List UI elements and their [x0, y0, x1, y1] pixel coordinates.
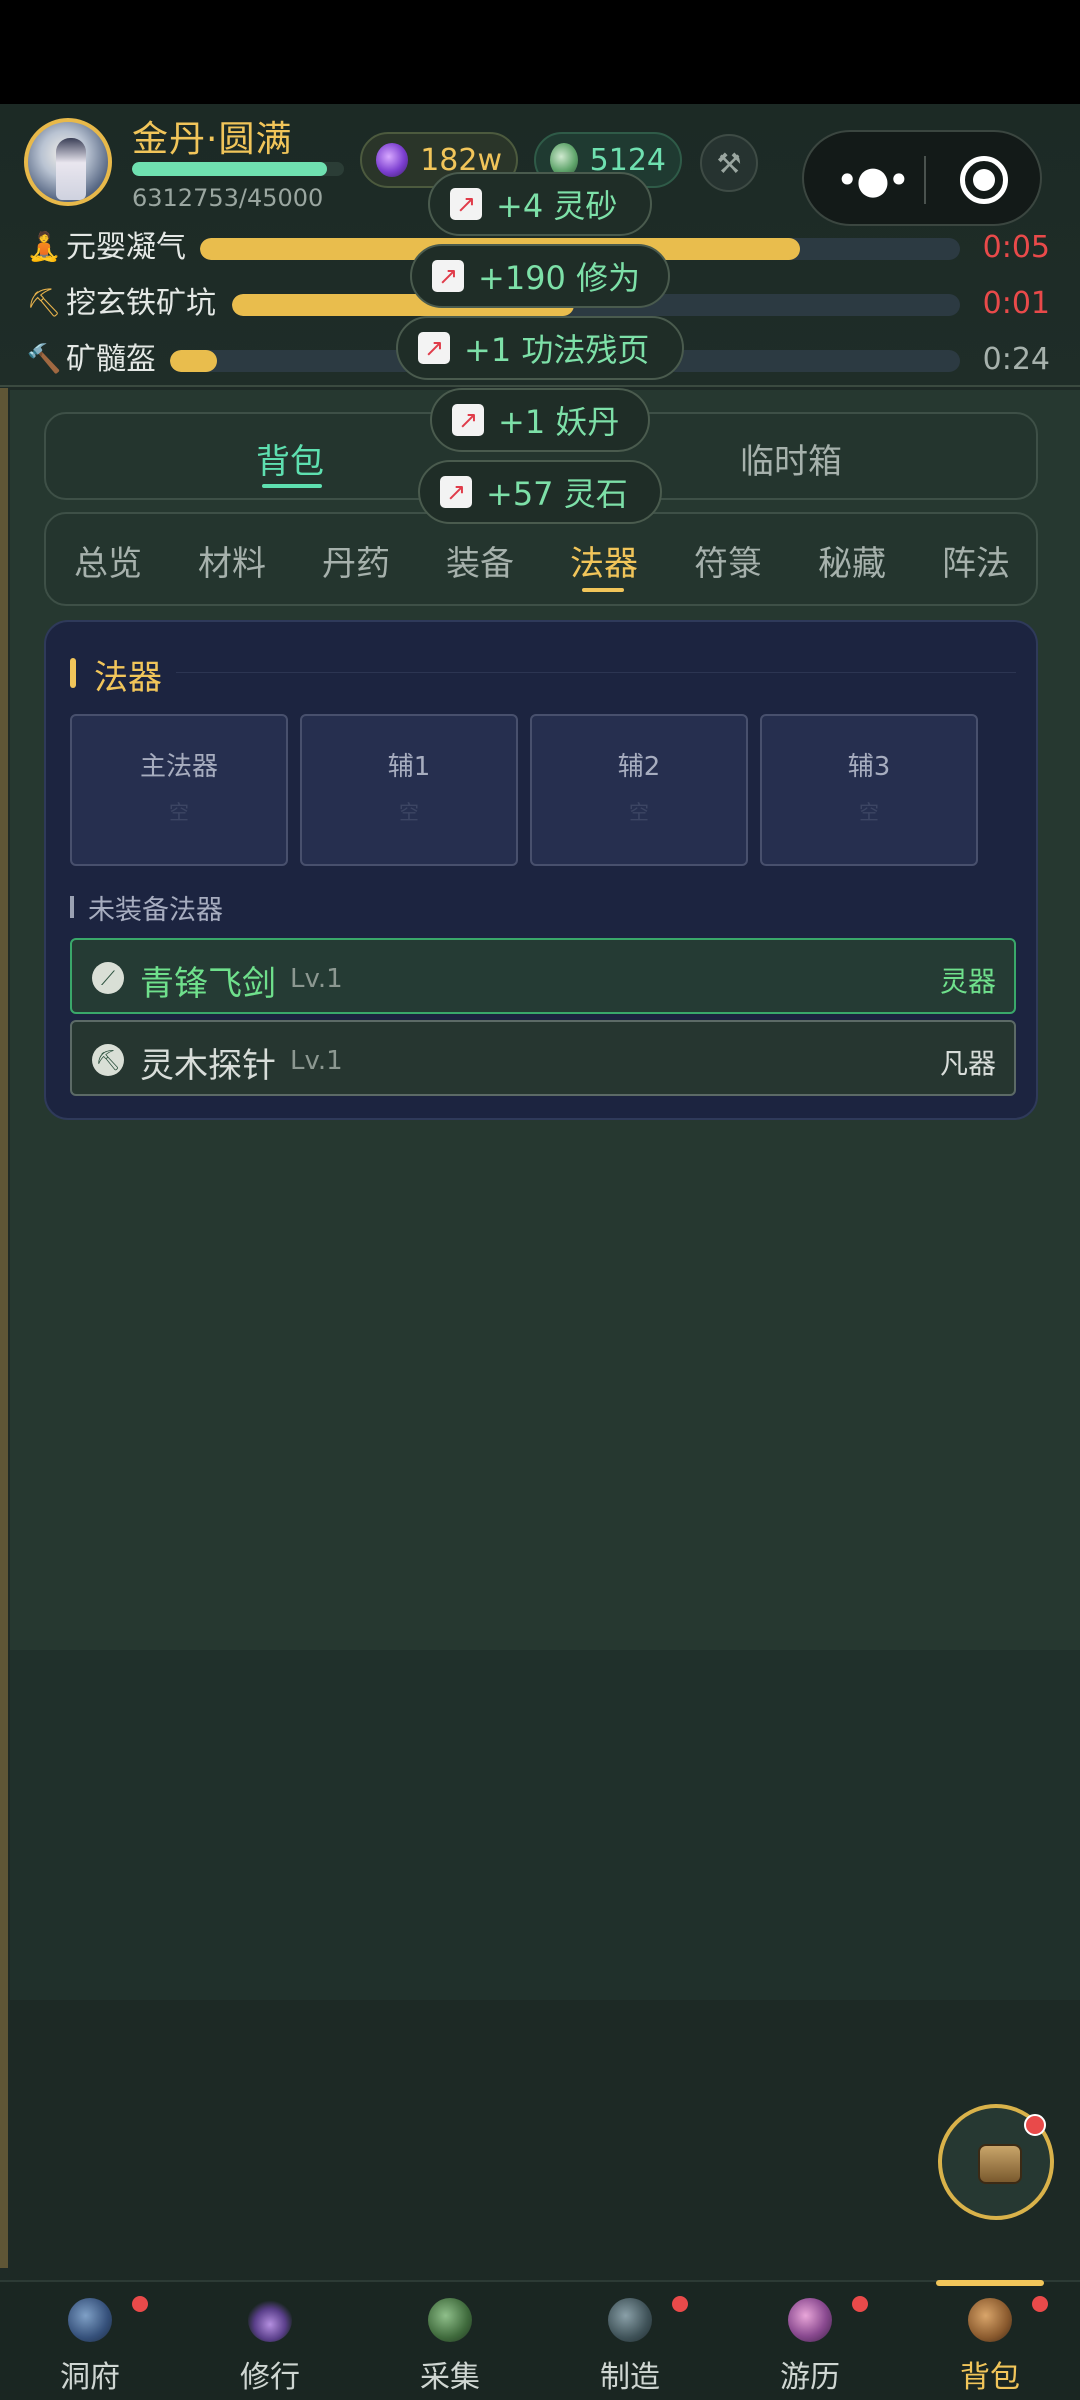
left-rail	[0, 388, 8, 2268]
artifact-item[interactable]: ⛏ 灵木探针 Lv.1 凡器	[70, 1020, 1016, 1096]
reward-toast: ↗ +57 灵石	[418, 460, 662, 524]
nav-cave[interactable]: 洞府	[0, 2282, 180, 2400]
settings-wrench-button[interactable]: ⚒	[700, 134, 758, 192]
tab-temp-box[interactable]: 临时箱	[740, 434, 842, 483]
tab-artifacts[interactable]: 法器	[570, 536, 638, 585]
item-level: Lv.1	[290, 1046, 343, 1076]
tab-backpack[interactable]: 背包	[256, 434, 324, 483]
nav-cultivate[interactable]: 修行	[180, 2282, 360, 2400]
slot-main-artifact[interactable]: 主法器 空	[70, 714, 288, 866]
panel-title: 法器	[94, 658, 162, 698]
reward-toast: ↗ +4 灵砂	[428, 172, 652, 236]
nav-craft[interactable]: 制造	[540, 2282, 720, 2400]
item-grade: 灵器	[939, 965, 996, 998]
spirit-crystal-icon	[376, 143, 409, 177]
item-level: Lv.1	[290, 964, 343, 994]
tab-talismans[interactable]: 符箓	[694, 536, 762, 585]
lotus-icon	[248, 2298, 292, 2342]
tab-materials[interactable]: 材料	[198, 536, 266, 585]
slot-aux-2[interactable]: 辅2 空	[530, 714, 748, 866]
cave-icon	[68, 2298, 112, 2342]
trend-up-icon: ↗	[418, 332, 450, 364]
task-name: 矿髓盔	[66, 342, 156, 377]
category-underline	[582, 588, 624, 592]
portal-icon	[788, 2298, 832, 2342]
tab-pills[interactable]: 丹药	[322, 536, 390, 585]
unequipped-section-title: 未装备法器	[88, 895, 223, 926]
trend-up-icon: ↗	[450, 188, 482, 220]
miniprogram-capsule: •●•	[802, 130, 1042, 226]
artifact-panel: 法器 主法器 空 辅1 空 辅2 空 辅3 空 未装备法器 ⟋ 青锋飞剑 Lv.…	[44, 620, 1038, 1120]
task-timer: 0:01	[982, 286, 1050, 321]
backpack-icon	[968, 2298, 1012, 2342]
reward-toast: ↗ +1 功法残页	[396, 316, 684, 380]
treasure-chest-button[interactable]	[938, 2104, 1054, 2220]
herb-icon	[428, 2298, 472, 2342]
item-grade: 凡器	[939, 1047, 996, 1080]
sword-icon: ⟋	[92, 962, 124, 994]
tab-equipment[interactable]: 装备	[446, 536, 514, 585]
tab-treasures[interactable]: 秘藏	[818, 536, 886, 585]
cauldron-icon	[608, 2298, 652, 2342]
task-name: 元婴凝气	[66, 230, 186, 265]
task-name: 挖玄铁矿坑	[66, 286, 216, 321]
exp-text: 6312753/45000	[132, 184, 324, 212]
tab-overview[interactable]: 总览	[74, 536, 142, 585]
task-timer: 0:24	[982, 342, 1050, 377]
nav-backpack[interactable]: 背包	[900, 2282, 1080, 2400]
exp-bar-fill	[132, 162, 328, 176]
item-name: 灵木探针	[140, 1046, 276, 1086]
notification-dot	[1024, 2114, 1046, 2136]
notification-dot	[852, 2296, 868, 2312]
nav-active-indicator	[936, 2280, 1044, 2286]
pickaxe-icon: ⛏	[26, 286, 62, 319]
reward-toast: ↗ +190 修为	[410, 244, 670, 308]
trend-up-icon: ↗	[440, 476, 472, 508]
slot-aux-1[interactable]: 辅1 空	[300, 714, 518, 866]
notification-dot	[672, 2296, 688, 2312]
trend-up-icon: ↗	[432, 260, 464, 292]
chest-icon	[978, 2144, 1022, 2184]
hammer-icon: 🔨	[26, 342, 62, 375]
player-realm-name: 金丹·圆满	[132, 119, 293, 160]
item-name: 青锋飞剑	[140, 964, 276, 1004]
artifact-item[interactable]: ⟋ 青锋飞剑 Lv.1 灵器	[70, 938, 1016, 1014]
bottom-nav: 洞府 修行 采集 制造 游历 背包	[0, 2280, 1080, 2400]
exp-bar	[132, 162, 344, 176]
meditation-icon: 🧘	[26, 230, 62, 263]
nav-gather[interactable]: 采集	[360, 2282, 540, 2400]
probe-icon: ⛏	[92, 1044, 124, 1076]
player-avatar[interactable]	[24, 118, 112, 206]
status-bar	[0, 0, 1080, 104]
notification-dot	[132, 2296, 148, 2312]
more-options-icon[interactable]: •●•	[836, 160, 910, 200]
close-miniprogram-icon[interactable]	[960, 156, 1008, 204]
tab-formations[interactable]: 阵法	[942, 536, 1010, 585]
trend-up-icon: ↗	[452, 404, 484, 436]
task-timer: 0:05	[982, 230, 1050, 265]
slot-aux-3[interactable]: 辅3 空	[760, 714, 978, 866]
reward-toast: ↗ +1 妖丹	[430, 388, 650, 452]
category-tabs: 总览 材料 丹药 装备 法器 符箓 秘藏 阵法	[44, 512, 1038, 606]
nav-travel[interactable]: 游历	[720, 2282, 900, 2400]
notification-dot	[1032, 2296, 1048, 2312]
wrench-icon: ⚒	[716, 146, 742, 180]
segment-underline	[262, 484, 322, 488]
